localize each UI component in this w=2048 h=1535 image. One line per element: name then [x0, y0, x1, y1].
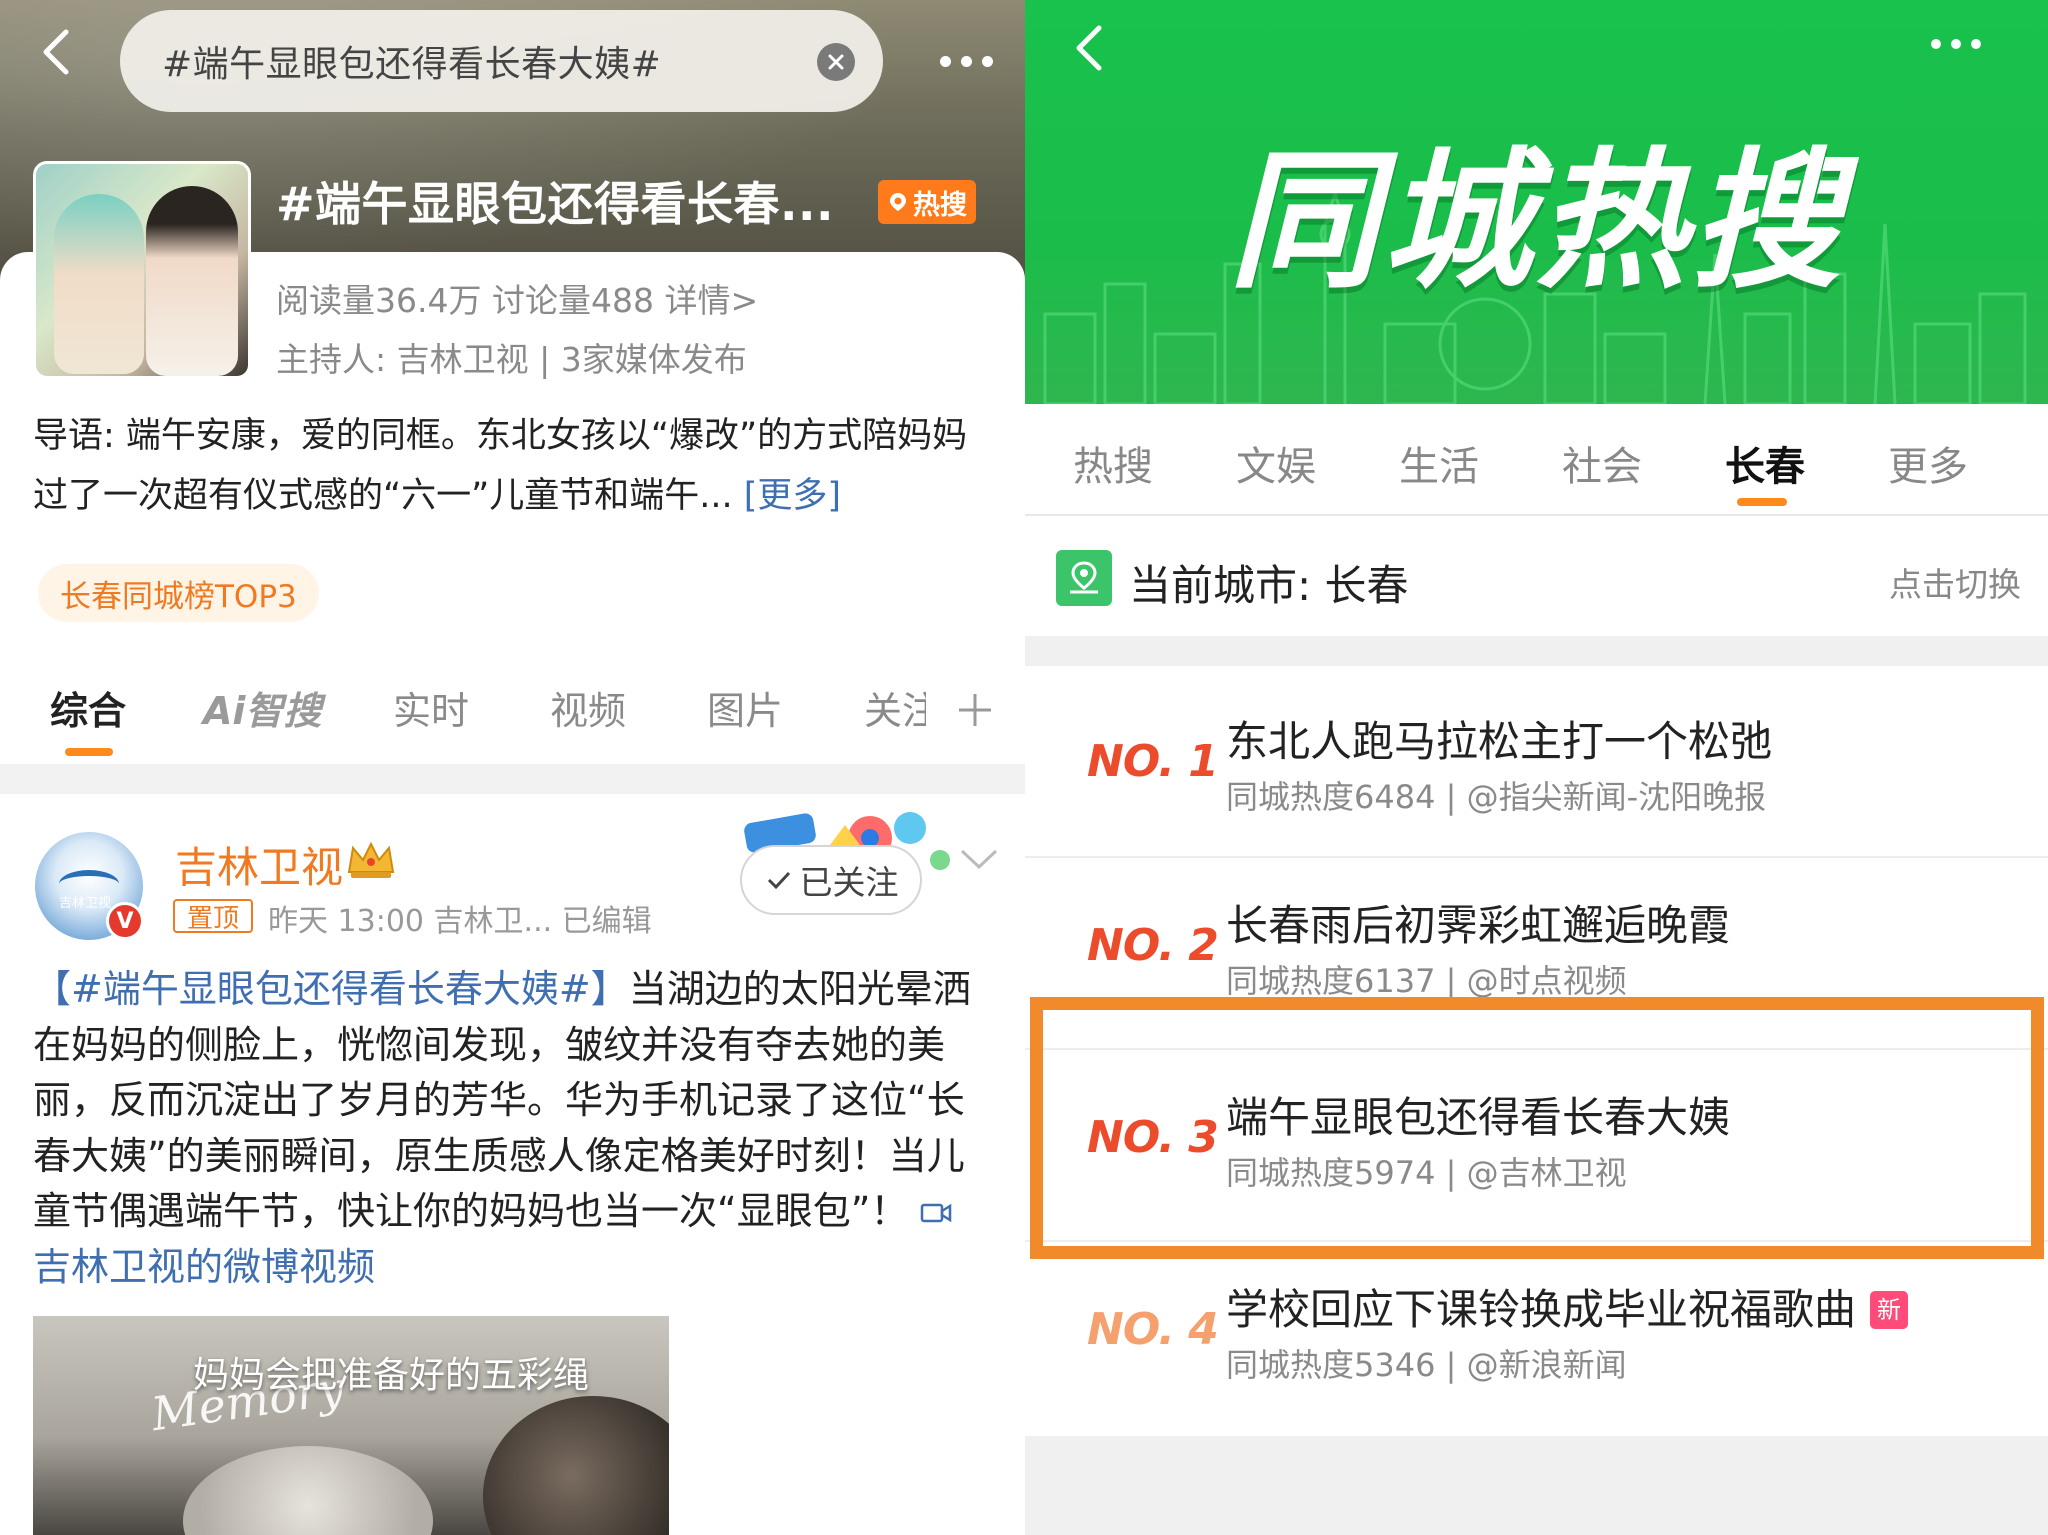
topic-intro: 导语: 端午安康，爱的同框。东北女孩以“爆改”的方式陪妈妈过了一次超有仪式感的“…	[33, 406, 998, 526]
new-badge: 新	[1870, 1291, 1909, 1329]
tab-hot-search[interactable]: 热搜	[1073, 434, 1153, 492]
page-bottom-area	[1025, 1436, 2048, 1535]
video-camera-icon	[921, 1203, 952, 1223]
item-title: 长春雨后初霁彩虹邂逅晚霞	[1226, 901, 1731, 950]
tab-images[interactable]: 图片	[707, 680, 783, 735]
more-options-icon[interactable]	[1931, 39, 1981, 49]
active-tab-indicator	[65, 748, 113, 756]
item-title: 东北人跑马拉松主打一个松弛	[1226, 717, 1773, 766]
intro-more-link[interactable]: [更多]	[744, 476, 841, 516]
city-rank-tag[interactable]: 长春同城榜TOP3	[38, 564, 319, 622]
topic-cover-image[interactable]	[33, 161, 251, 379]
tab-following[interactable]: 关注	[864, 680, 926, 735]
topic-tabs: 综合 Ai智搜 实时 视频 图片 关注	[0, 680, 1025, 762]
verified-v-icon: V	[106, 902, 144, 940]
switch-city-link[interactable]: 点击切换	[1889, 558, 2021, 606]
section-divider	[0, 764, 1025, 794]
tab-society[interactable]: 社会	[1562, 434, 1642, 492]
pinned-badge: 置顶	[173, 899, 253, 934]
city-hot-banner: 同城热搜	[1025, 0, 2048, 404]
post-meta: 昨天 13:00 吉林卫... 已编辑	[268, 904, 652, 939]
tab-entertainment[interactable]: 文娱	[1236, 434, 1316, 492]
item-subtitle: 同城热度6137 | @时点视频	[1226, 962, 1627, 1000]
add-tab-icon[interactable]	[955, 690, 995, 730]
city-hot-search-page: 同城热搜 热搜 文娱 生活 社会 长春 更多 当前城市: 长春 点击切换 NO.…	[1025, 0, 2048, 1535]
tab-video[interactable]: 视频	[550, 680, 626, 735]
search-query-text: #端午显眼包还得看长春大姨#	[162, 44, 662, 85]
screenshot-stage: #端午显眼包还得看长春大姨# #端午显眼包还得看长春... 热搜 阅读量36.4…	[0, 0, 2048, 1535]
back-arrow-icon[interactable]	[1063, 18, 1123, 78]
video-caption: 妈妈会把准备好的五彩绳	[193, 1355, 590, 1396]
item-subtitle: 同城热度5346 | @新浪新闻	[1226, 1346, 1627, 1384]
map-pin-icon	[1056, 550, 1112, 606]
follow-label: 已关注	[799, 863, 899, 902]
current-city-label: 当前城市: 长春	[1129, 561, 1409, 610]
tab-comprehensive[interactable]: 综合	[50, 680, 126, 735]
weibo-topic-page: #端午显眼包还得看长春大姨# #端午显眼包还得看长春... 热搜 阅读量36.4…	[0, 0, 1025, 1535]
tab-life[interactable]: 生活	[1399, 434, 1479, 492]
topic-stats[interactable]: 阅读量36.4万 讨论量488 详情>	[276, 274, 758, 322]
item-title-text: 学校回应下课铃换成毕业祝福歌曲	[1226, 1285, 1857, 1334]
follow-button[interactable]: 已关注	[740, 845, 922, 915]
check-icon	[767, 871, 790, 890]
post-hashtag[interactable]: 【#端午显眼包还得看长春大姨#】	[33, 967, 629, 1011]
author-name[interactable]: 吉林卫视	[175, 834, 343, 895]
list-item[interactable]: NO. 4 学校回应下课铃换成毕业祝福歌曲新 同城热度5346 | @新浪新闻	[1025, 1242, 2048, 1434]
tab-ai-search[interactable]: Ai智搜	[203, 680, 321, 735]
video-thumbnail[interactable]: Memory 妈妈会把准备好的五彩绳	[33, 1316, 669, 1535]
tab-more[interactable]: 更多	[1888, 434, 1968, 492]
rank-label: NO. 2	[1087, 920, 1219, 971]
banner-title: 同城热搜	[1228, 135, 1845, 309]
video-link-label: 吉林卫视的微博视频	[33, 1244, 376, 1289]
crown-icon	[347, 841, 395, 878]
tab-realtime[interactable]: 实时	[393, 680, 469, 735]
list-item[interactable]: NO. 1 东北人跑马拉松主打一个松弛 同城热度6484 | @指尖新闻-沈阳晚…	[1025, 666, 2048, 858]
highlight-frame	[1030, 997, 2044, 1259]
hot-badge-label: 热搜	[913, 189, 967, 221]
clear-icon[interactable]	[817, 43, 855, 81]
hot-search-badge: 热搜	[878, 180, 976, 224]
location-pin-icon	[890, 193, 906, 211]
item-subtitle: 同城热度6484 | @指尖新闻-沈阳晚报	[1226, 778, 1767, 816]
post-text: 【#端午显眼包还得看长春大姨#】当湖边的太阳光晕洒在妈妈的侧脸上，恍惚间发现，皱…	[33, 962, 993, 1295]
chevron-down-icon[interactable]	[958, 845, 1000, 875]
more-options-icon[interactable]	[940, 56, 993, 67]
search-input[interactable]: #端午显眼包还得看长春大姨#	[120, 10, 883, 112]
rank-label: NO. 4	[1087, 1304, 1219, 1355]
topic-host: 主持人: 吉林卫视 | 3家媒体发布	[276, 340, 747, 379]
active-tab-indicator	[1737, 498, 1787, 506]
topic-title: #端午显眼包还得看长春...	[276, 177, 834, 231]
avatar-logo-text: 吉林卫视	[59, 896, 112, 911]
item-title: 学校回应下课铃换成毕业祝福歌曲新	[1226, 1276, 1909, 1337]
rank-label: NO. 1	[1087, 736, 1219, 787]
category-tabs: 热搜 文娱 生活 社会 长春 更多	[1025, 404, 2048, 514]
tab-changchun[interactable]: 长春	[1725, 434, 1805, 492]
current-city-row: 当前城市: 长春 点击切换	[1025, 516, 2048, 636]
back-arrow-icon[interactable]	[28, 22, 88, 82]
